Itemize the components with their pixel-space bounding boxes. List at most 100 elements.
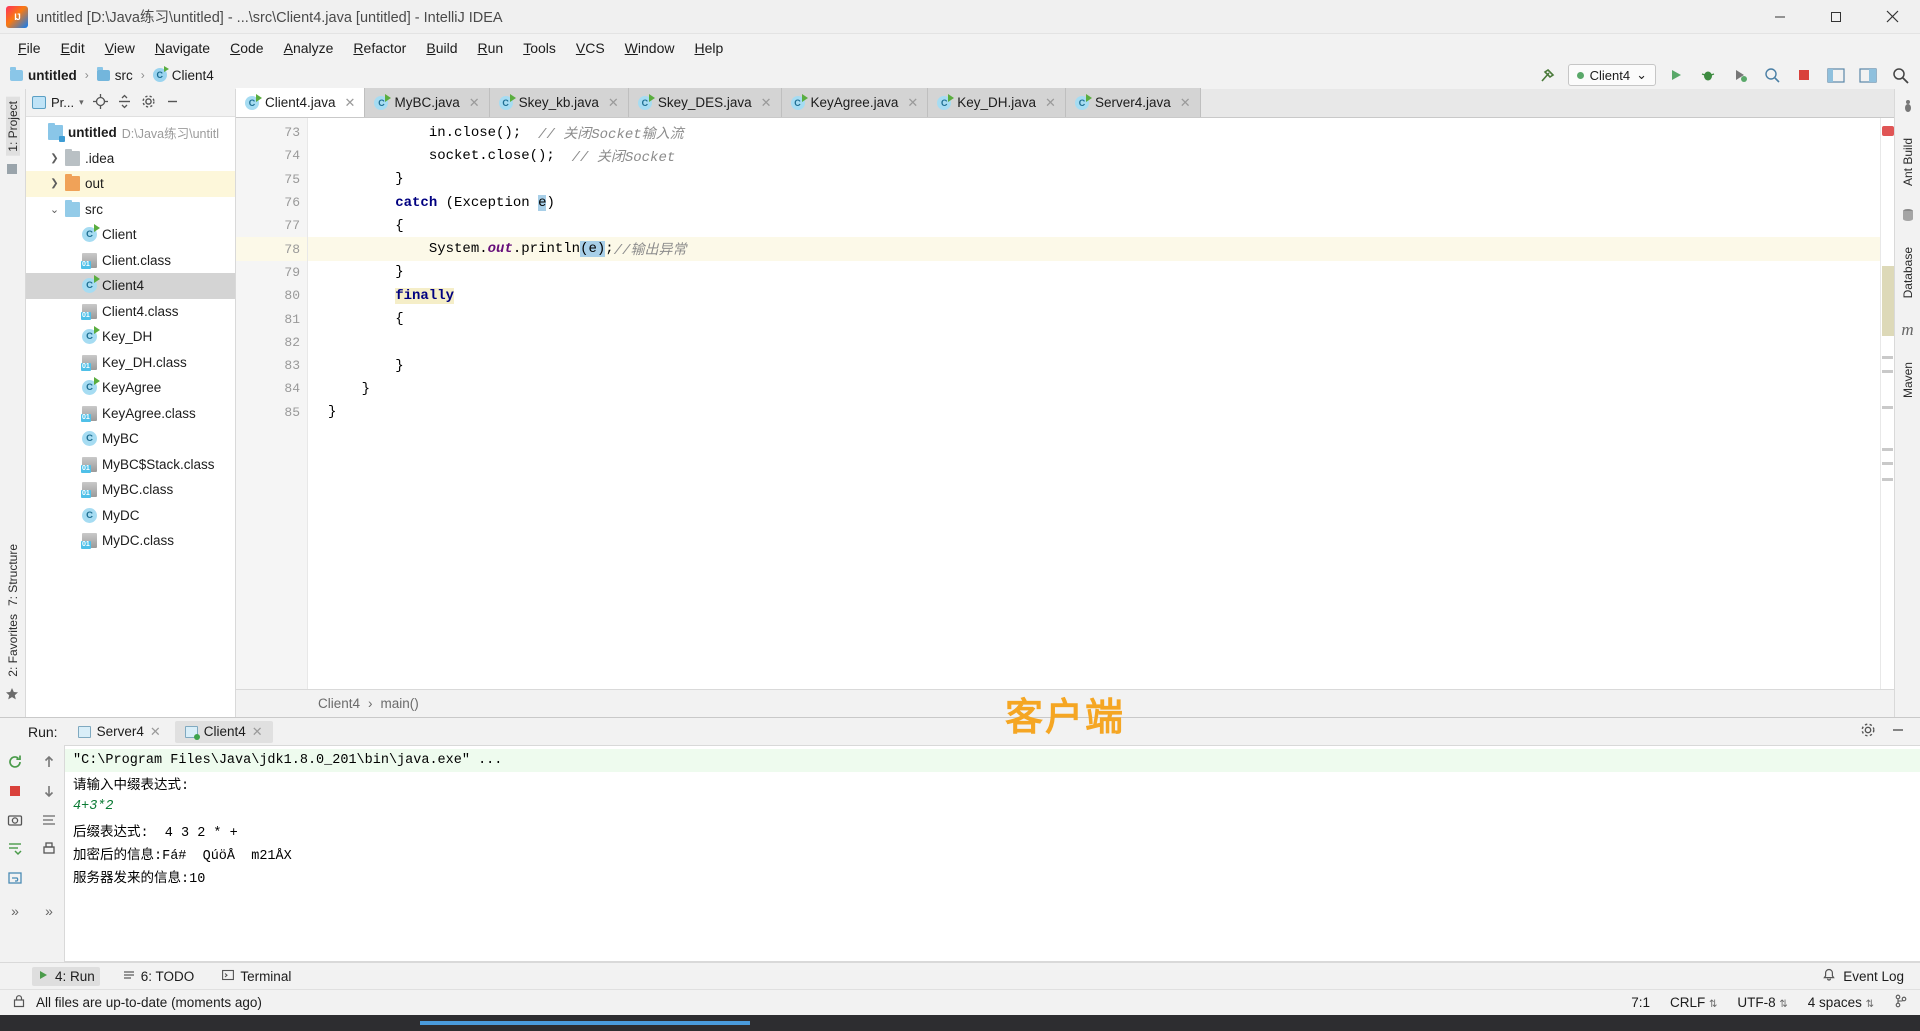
settings-icon[interactable] <box>1860 722 1876 741</box>
code-line[interactable]: } <box>308 261 1880 284</box>
tree-node-client4[interactable]: C Client4 <box>26 273 235 299</box>
rerun-icon[interactable] <box>2 749 28 775</box>
caret-position[interactable]: 7:1 <box>1631 995 1650 1010</box>
tool-window-button-ant-build[interactable]: Ant Build <box>1901 134 1915 190</box>
tree-node-client[interactable]: C Client <box>26 222 235 248</box>
file-encoding[interactable]: UTF-8 ⇅ <box>1737 995 1787 1010</box>
maximize-button[interactable] <box>1808 0 1864 34</box>
code-line[interactable]: } <box>308 377 1880 400</box>
run-icon[interactable] <box>1664 64 1688 86</box>
gutter-line-number[interactable]: 83 <box>236 354 307 377</box>
menu-item-tools[interactable]: Tools <box>513 37 566 59</box>
tree-node-mydc[interactable]: C MyDC <box>26 503 235 529</box>
expand-icon[interactable] <box>36 865 62 891</box>
code-line[interactable]: System. out .println (e);//输出异常 <box>308 237 1880 261</box>
menu-item-vcs[interactable]: VCS <box>566 37 615 59</box>
minimize-icon[interactable] <box>1890 722 1906 741</box>
gutter-line-number[interactable]: 77− <box>236 214 329 237</box>
close-icon[interactable]: ✕ <box>150 724 161 740</box>
collapse-all-icon[interactable] <box>117 94 132 112</box>
console-output[interactable]: "C:\Program Files\Java\jdk1.8.0_201\bin\… <box>64 745 1920 962</box>
tool-window-button-maven[interactable]: Maven <box>1901 358 1915 402</box>
soft-wrap-icon[interactable] <box>2 865 28 891</box>
gutter-line-number[interactable]: 76 <box>236 191 307 214</box>
tree-node-mybc-class[interactable]: MyBC.class <box>26 477 235 503</box>
code-line[interactable]: socket.close(); // 关闭Socket <box>308 144 1880 167</box>
code-line[interactable]: } <box>308 401 1880 424</box>
close-icon[interactable]: ✕ <box>1045 95 1056 111</box>
stop-icon[interactable] <box>1792 64 1816 86</box>
tree-node-mybc[interactable]: C MyBC <box>26 426 235 452</box>
more-options-icon-2[interactable]: » <box>36 898 62 924</box>
bottom-tab-terminal[interactable]: Terminal <box>217 967 296 986</box>
settings-icon[interactable] <box>141 94 156 112</box>
up-arrow-icon[interactable] <box>36 749 62 775</box>
camera-icon[interactable] <box>2 807 28 833</box>
tool-window-button-favorites[interactable]: 2: Favorites <box>6 610 20 681</box>
gutter-line-number[interactable]: 85 <box>236 401 307 424</box>
favorites-strip-icon[interactable] <box>5 162 21 178</box>
breadcrumb-class[interactable]: C Client4 <box>152 66 214 83</box>
tree-node-mydc-class[interactable]: MyDC.class <box>26 528 235 554</box>
menu-item-view[interactable]: View <box>95 37 145 59</box>
project-tree[interactable]: untitled D:\Java练习\untitl ❯ .idea ❯ out ⌄ src C C… <box>26 117 235 717</box>
editor-marker-bar[interactable] <box>1880 118 1894 689</box>
expand-chevron-icon[interactable]: ⌄ <box>49 203 60 216</box>
tree-node--idea[interactable]: ❯ .idea <box>26 146 235 172</box>
layout-icon[interactable] <box>1824 64 1848 86</box>
profile-icon[interactable] <box>1760 64 1784 86</box>
menu-item-run[interactable]: Run <box>467 37 513 59</box>
star-icon[interactable] <box>5 687 21 703</box>
bottom-tab-6--todo[interactable]: 6: TODO <box>118 967 200 986</box>
editor-tab-skey-kb-java[interactable]: C Skey_kb.java ✕ <box>489 88 629 117</box>
settings-ui-icon[interactable] <box>1856 64 1880 86</box>
editor-tab-server4-java[interactable]: C Server4.java ✕ <box>1065 88 1201 117</box>
line-separator[interactable]: CRLF ⇅ <box>1670 995 1717 1010</box>
expand-chevron-icon[interactable]: ❯ <box>49 153 60 164</box>
editor-gutter[interactable]: 737475−7677−7879−8081828384−85 <box>236 118 329 689</box>
tree-node-untitled[interactable]: untitled D:\Java练习\untitl <box>26 120 235 146</box>
run-tab-server4[interactable]: Server4 ✕ <box>68 721 171 743</box>
gutter-line-number[interactable]: 82 <box>236 331 307 354</box>
breadcrumb-module[interactable]: untitled <box>10 66 77 83</box>
error-marker[interactable] <box>1882 126 1894 136</box>
git-branch-icon[interactable] <box>1894 994 1908 1011</box>
code-line[interactable]: } <box>308 168 1880 191</box>
close-icon[interactable]: ✕ <box>469 95 480 111</box>
menu-item-edit[interactable]: Edit <box>51 37 95 59</box>
breadcrumb-method-name[interactable]: main() <box>381 696 419 711</box>
run-tab-client4[interactable]: Client4 ✕ <box>174 720 273 743</box>
tool-window-button-structure[interactable]: 7: Structure <box>6 540 20 610</box>
close-icon[interactable]: ✕ <box>907 95 918 111</box>
down-arrow-icon[interactable] <box>36 778 62 804</box>
editor-tab-key-dh-java[interactable]: C Key_DH.java ✕ <box>928 88 1066 117</box>
hammer-icon[interactable] <box>1536 64 1560 86</box>
tree-node-client-class[interactable]: Client.class <box>26 248 235 274</box>
menu-item-code[interactable]: Code <box>220 37 273 59</box>
wrap-icon[interactable] <box>36 807 62 833</box>
code-line[interactable]: { <box>308 214 1880 237</box>
close-icon[interactable]: ✕ <box>345 95 356 111</box>
tree-node-key-dh[interactable]: C Key_DH <box>26 324 235 350</box>
indent-setting[interactable]: 4 spaces ⇅ <box>1808 995 1874 1010</box>
tree-node-src[interactable]: ⌄ src <box>26 197 235 223</box>
close-icon[interactable]: ✕ <box>761 95 772 111</box>
menu-item-file[interactable]: File <box>8 37 51 59</box>
gutter-line-number[interactable]: 73 <box>236 121 307 144</box>
minimize-button[interactable] <box>1752 0 1808 34</box>
close-icon[interactable]: ✕ <box>608 95 619 111</box>
tree-node-keyagree[interactable]: C KeyAgree <box>26 375 235 401</box>
tool-window-button-project[interactable]: 1: Project <box>5 97 20 156</box>
gutter-line-number[interactable]: 78 <box>236 237 307 261</box>
scroll-end-icon[interactable] <box>2 836 28 862</box>
code-line[interactable]: } <box>308 354 1880 377</box>
expand-chevron-icon[interactable]: ❯ <box>49 178 60 189</box>
code-line[interactable] <box>308 331 1880 354</box>
tree-node-keyagree-class[interactable]: KeyAgree.class <box>26 401 235 427</box>
close-icon[interactable]: ✕ <box>1180 95 1191 111</box>
close-icon[interactable]: ✕ <box>252 724 263 740</box>
editor-viewport[interactable]: 737475−7677−7879−8081828384−85 in.close(… <box>236 118 1894 689</box>
code-line[interactable]: catch (Exception e) <box>308 191 1880 214</box>
menu-item-navigate[interactable]: Navigate <box>145 37 220 59</box>
menu-item-window[interactable]: Window <box>615 37 685 59</box>
